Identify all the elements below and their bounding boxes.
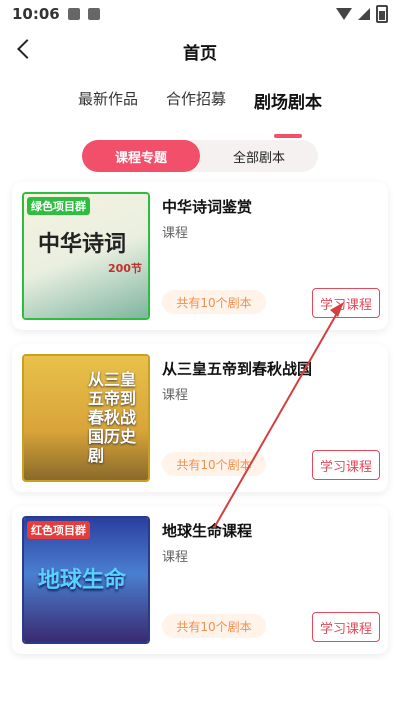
- cover-badge: 红色项目群: [27, 521, 90, 539]
- image-icon: [67, 8, 80, 20]
- course-cover-image: 从三皇五帝到春秋战国历史剧: [22, 354, 150, 482]
- learn-course-button[interactable]: 学习课程: [312, 450, 380, 480]
- cover-title: 地球生命: [38, 568, 127, 593]
- status-time: 10:06: [12, 5, 60, 23]
- top-bar: 首页: [0, 30, 400, 72]
- script-count-badge: 共有10个剧本: [162, 452, 266, 476]
- course-cover-image: 绿色项目群 中华诗词 200节: [22, 192, 150, 320]
- script-count-badge: 共有10个剧本: [162, 614, 266, 638]
- course-cover-image: 红色项目群 地球生命: [22, 516, 150, 644]
- tab-latest-works[interactable]: 最新作品: [78, 88, 138, 128]
- cover-extra: 200节: [108, 262, 142, 275]
- tab-bar: 最新作品 合作招募 剧场剧本: [0, 88, 400, 138]
- course-card[interactable]: 绿色项目群 中华诗词 200节 中华诗词鉴赏 课程 共有10个剧本 学习课程: [12, 182, 388, 330]
- tab-cooperation-recruit[interactable]: 合作招募: [166, 88, 226, 128]
- segmented-control: 课程专题 全部剧本: [82, 140, 318, 172]
- cover-badge: 绿色项目群: [27, 197, 90, 215]
- learn-course-button[interactable]: 学习课程: [312, 612, 380, 642]
- status-right: [336, 5, 388, 23]
- signal-icon: [358, 8, 370, 20]
- course-subtitle: 课程: [162, 388, 189, 403]
- course-card[interactable]: 红色项目群 地球生命 地球生命课程 课程 共有10个剧本 学习课程: [12, 506, 388, 654]
- battery-icon: [376, 5, 388, 23]
- segment-course-topics[interactable]: 课程专题: [82, 140, 200, 172]
- course-title: 地球生命课程: [162, 522, 253, 540]
- course-title: 从三皇五帝到春秋战国: [162, 360, 313, 378]
- status-bar: 10:06: [0, 0, 400, 28]
- course-subtitle: 课程: [162, 226, 189, 241]
- course-subtitle: 课程: [162, 550, 189, 565]
- tab-theater-scripts[interactable]: 剧场剧本: [254, 88, 323, 138]
- cover-title: 从三皇五帝到春秋战国历史剧: [88, 370, 137, 465]
- page-title: 首页: [183, 43, 217, 64]
- status-left: 10:06: [12, 5, 100, 23]
- cover-title: 中华诗词: [38, 232, 127, 257]
- tab-theater-scripts-label: 剧场剧本: [254, 93, 323, 113]
- wifi-icon: [336, 8, 352, 20]
- learn-course-button[interactable]: 学习课程: [312, 288, 380, 318]
- script-count-badge: 共有10个剧本: [162, 290, 266, 314]
- segment-all-scripts[interactable]: 全部剧本: [200, 140, 318, 172]
- course-title: 中华诗词鉴赏: [162, 198, 253, 216]
- course-card[interactable]: 从三皇五帝到春秋战国历史剧 从三皇五帝到春秋战国 课程 共有10个剧本 学习课程: [12, 344, 388, 492]
- back-icon[interactable]: [17, 39, 37, 59]
- app-a-icon: [87, 8, 100, 20]
- tab-indicator: [274, 134, 303, 138]
